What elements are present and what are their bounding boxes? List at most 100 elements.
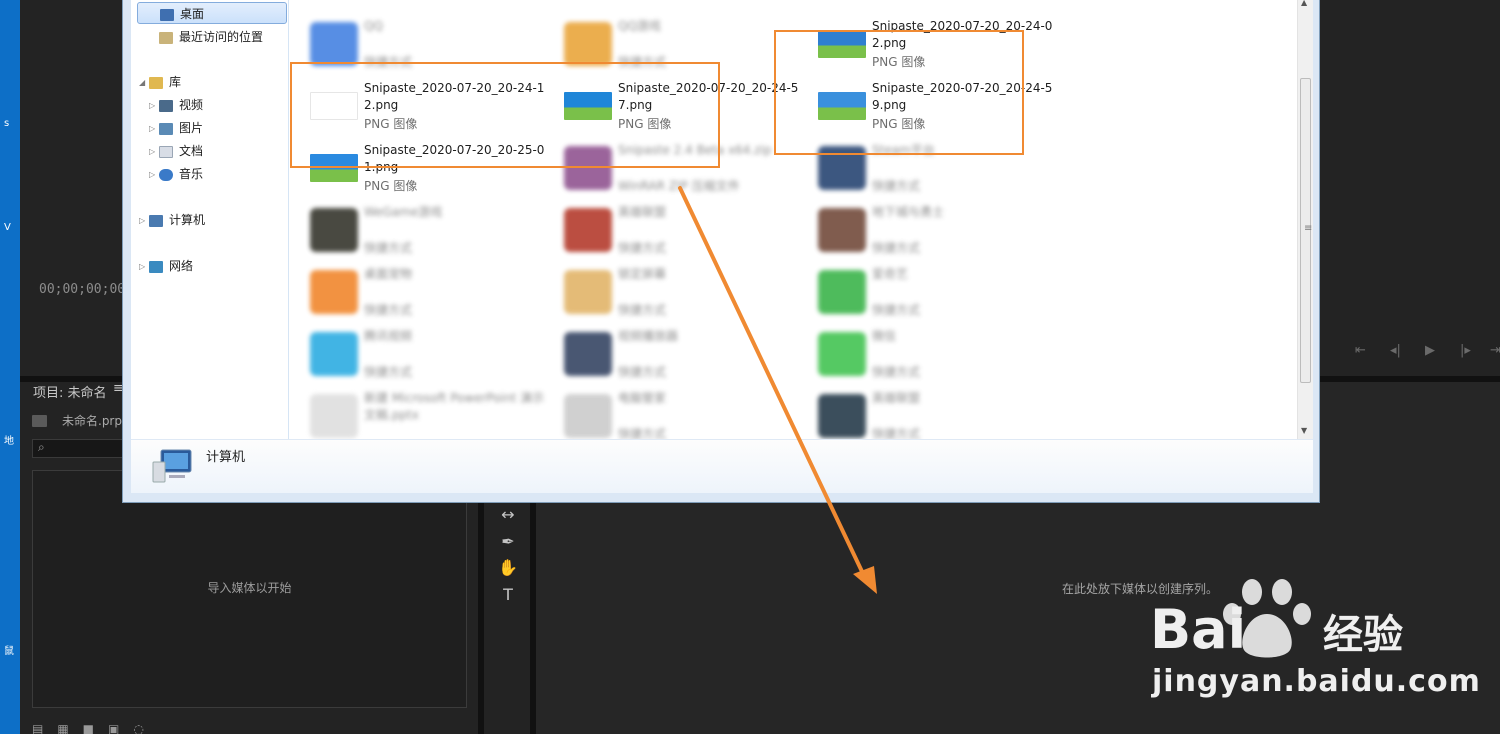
bin-empty-message: 导入媒体以开始: [207, 581, 292, 595]
nav-item-pictures[interactable]: ▷ 图片: [149, 117, 203, 139]
network-icon: [149, 260, 163, 273]
file-item[interactable]: 锁定屏幕 快捷方式: [546, 264, 796, 320]
grip-icon: ≡: [1304, 223, 1313, 234]
file-item[interactable]: WeGame游戏 快捷方式: [292, 202, 542, 258]
play-icon[interactable]: ▶: [1425, 343, 1435, 358]
computer-icon: [149, 214, 163, 227]
edge-char: s: [4, 118, 10, 129]
file-item[interactable]: 爱奇艺 快捷方式: [800, 264, 1050, 320]
nav-label: 库: [169, 75, 182, 89]
document-library-icon: [159, 145, 173, 158]
file-name: 地下城与勇士: [872, 205, 945, 219]
project-bin-area[interactable]: 导入媒体以开始: [32, 470, 467, 708]
file-type: PNG 图像: [364, 179, 418, 193]
type-tool-icon[interactable]: T: [497, 585, 519, 604]
nav-item-desktop[interactable]: 桌面: [137, 2, 287, 24]
hand-tool-icon[interactable]: ✋: [497, 558, 519, 577]
collapse-arrow-icon[interactable]: ▷: [139, 210, 149, 232]
file-name: 微信: [872, 329, 897, 343]
file-item[interactable]: 微信 快捷方式: [800, 326, 1050, 382]
file-name: 腾讯视频: [364, 329, 413, 343]
file-name: 锁定屏幕: [618, 267, 667, 281]
collapse-arrow-icon[interactable]: ▷: [149, 95, 159, 117]
collapse-arrow-icon[interactable]: ▷: [139, 256, 149, 278]
screen: s V 地 鼠 00;00;00;00 ⇤ ◂| ▶ |▸ ⇥ 项目: 未命名 …: [0, 0, 1500, 734]
file-name: 电脑管家: [618, 391, 667, 405]
details-label: 计算机: [206, 450, 246, 465]
watermark-url: jingyan.baidu.com: [1152, 664, 1481, 699]
app-icon: [564, 394, 612, 438]
file-type: 快捷方式: [364, 365, 413, 379]
file-item[interactable]: 电脑管家 快捷方式: [546, 388, 796, 439]
nav-label: 文档: [179, 144, 204, 158]
video-library-icon: [159, 99, 173, 112]
step-back-icon[interactable]: ⇤: [1355, 343, 1366, 358]
nav-label: 网络: [169, 259, 194, 273]
nav-item-documents[interactable]: ▷ 文档: [149, 140, 203, 162]
vertical-scrollbar[interactable]: ▲ ≡ ▼: [1297, 0, 1313, 439]
file-item[interactable]: 新建 Microsoft PowerPoint 演示文稿.pptx: [292, 388, 544, 439]
app-icon: [818, 208, 866, 252]
file-name: 英雄联盟: [872, 391, 921, 405]
file-type: 快捷方式: [364, 303, 413, 317]
nav-item-library[interactable]: ◢ 库: [139, 71, 181, 93]
highlight-box: [290, 62, 720, 168]
svg-text:Bai: Bai: [1150, 598, 1246, 661]
nav-label: 图片: [179, 121, 204, 135]
expand-arrow-icon[interactable]: ◢: [139, 72, 149, 94]
navigation-pane: 桌面 最近访问的位置 ◢ 库 ▷ 视频 ▷ 图片 ▷ 文档 ▷ 音乐 ▷ 计算机…: [131, 0, 289, 439]
collapse-arrow-icon[interactable]: ▷: [149, 118, 159, 140]
scroll-up-icon[interactable]: ▲: [1301, 0, 1307, 7]
nav-item-recent-places[interactable]: 最近访问的位置: [159, 26, 263, 48]
file-name: 爱奇艺: [872, 267, 909, 281]
file-item[interactable]: 地下城与勇士 快捷方式: [800, 202, 1050, 258]
app-icon: [564, 270, 612, 314]
file-name: 英雄联盟: [618, 205, 667, 219]
edge-char: V: [4, 222, 11, 233]
file-type: 快捷方式: [872, 427, 921, 439]
details-pane: 计算机: [131, 439, 1313, 493]
scroll-down-icon[interactable]: ▼: [1301, 426, 1307, 435]
svg-text:经验: 经验: [1323, 612, 1403, 658]
project-search-input[interactable]: ⌕: [32, 439, 124, 458]
file-type: 快捷方式: [618, 427, 667, 439]
nav-item-videos[interactable]: ▷ 视频: [149, 94, 203, 116]
file-type: 快捷方式: [618, 365, 667, 379]
nav-label: 视频: [179, 98, 204, 112]
picture-library-icon: [159, 122, 173, 135]
library-icon: [149, 76, 163, 89]
search-icon: ⌕: [38, 440, 45, 454]
file-item[interactable]: 腾讯视频 快捷方式: [292, 326, 542, 382]
file-item[interactable]: 英雄联盟 快捷方式: [800, 388, 1050, 439]
nav-item-computer[interactable]: ▷ 计算机: [139, 209, 205, 231]
frame-back-icon[interactable]: ◂|: [1390, 343, 1401, 358]
desktop-icon: [160, 8, 174, 21]
collapse-arrow-icon[interactable]: ▷: [149, 164, 159, 186]
app-icon: [564, 208, 612, 252]
computer-icon: [152, 449, 192, 483]
file-type: 快捷方式: [872, 241, 921, 255]
collapse-arrow-icon[interactable]: ▷: [149, 141, 159, 163]
file-item[interactable]: 桌面宠物 快捷方式: [292, 264, 542, 320]
app-icon: [310, 208, 358, 252]
file-item[interactable]: 英雄联盟 快捷方式: [546, 202, 796, 258]
desktop-edge-strip: s V 地 鼠: [0, 0, 20, 734]
step-forward-icon[interactable]: ⇥: [1490, 343, 1500, 358]
pen-tool-icon[interactable]: ✒: [497, 532, 519, 551]
file-type: 快捷方式: [364, 241, 413, 255]
file-name: 视频播放器: [618, 329, 679, 343]
app-icon: [818, 394, 866, 438]
nav-item-network[interactable]: ▷ 网络: [139, 255, 193, 277]
nav-label: 桌面: [180, 7, 205, 21]
nav-item-music[interactable]: ▷ 音乐: [149, 163, 203, 185]
scrollbar-thumb[interactable]: ≡: [1300, 78, 1313, 383]
app-icon: [310, 332, 358, 376]
ripple-edit-tool-icon[interactable]: ↔: [497, 505, 519, 524]
edge-char: 地: [4, 436, 14, 447]
file-item[interactable]: 视频播放器 快捷方式: [546, 326, 796, 382]
file-type: 快捷方式: [618, 241, 667, 255]
app-icon: [818, 332, 866, 376]
project-panel-title[interactable]: 项目: 未命名: [33, 382, 107, 401]
app-icon: [564, 22, 612, 66]
frame-forward-icon[interactable]: |▸: [1460, 343, 1471, 358]
